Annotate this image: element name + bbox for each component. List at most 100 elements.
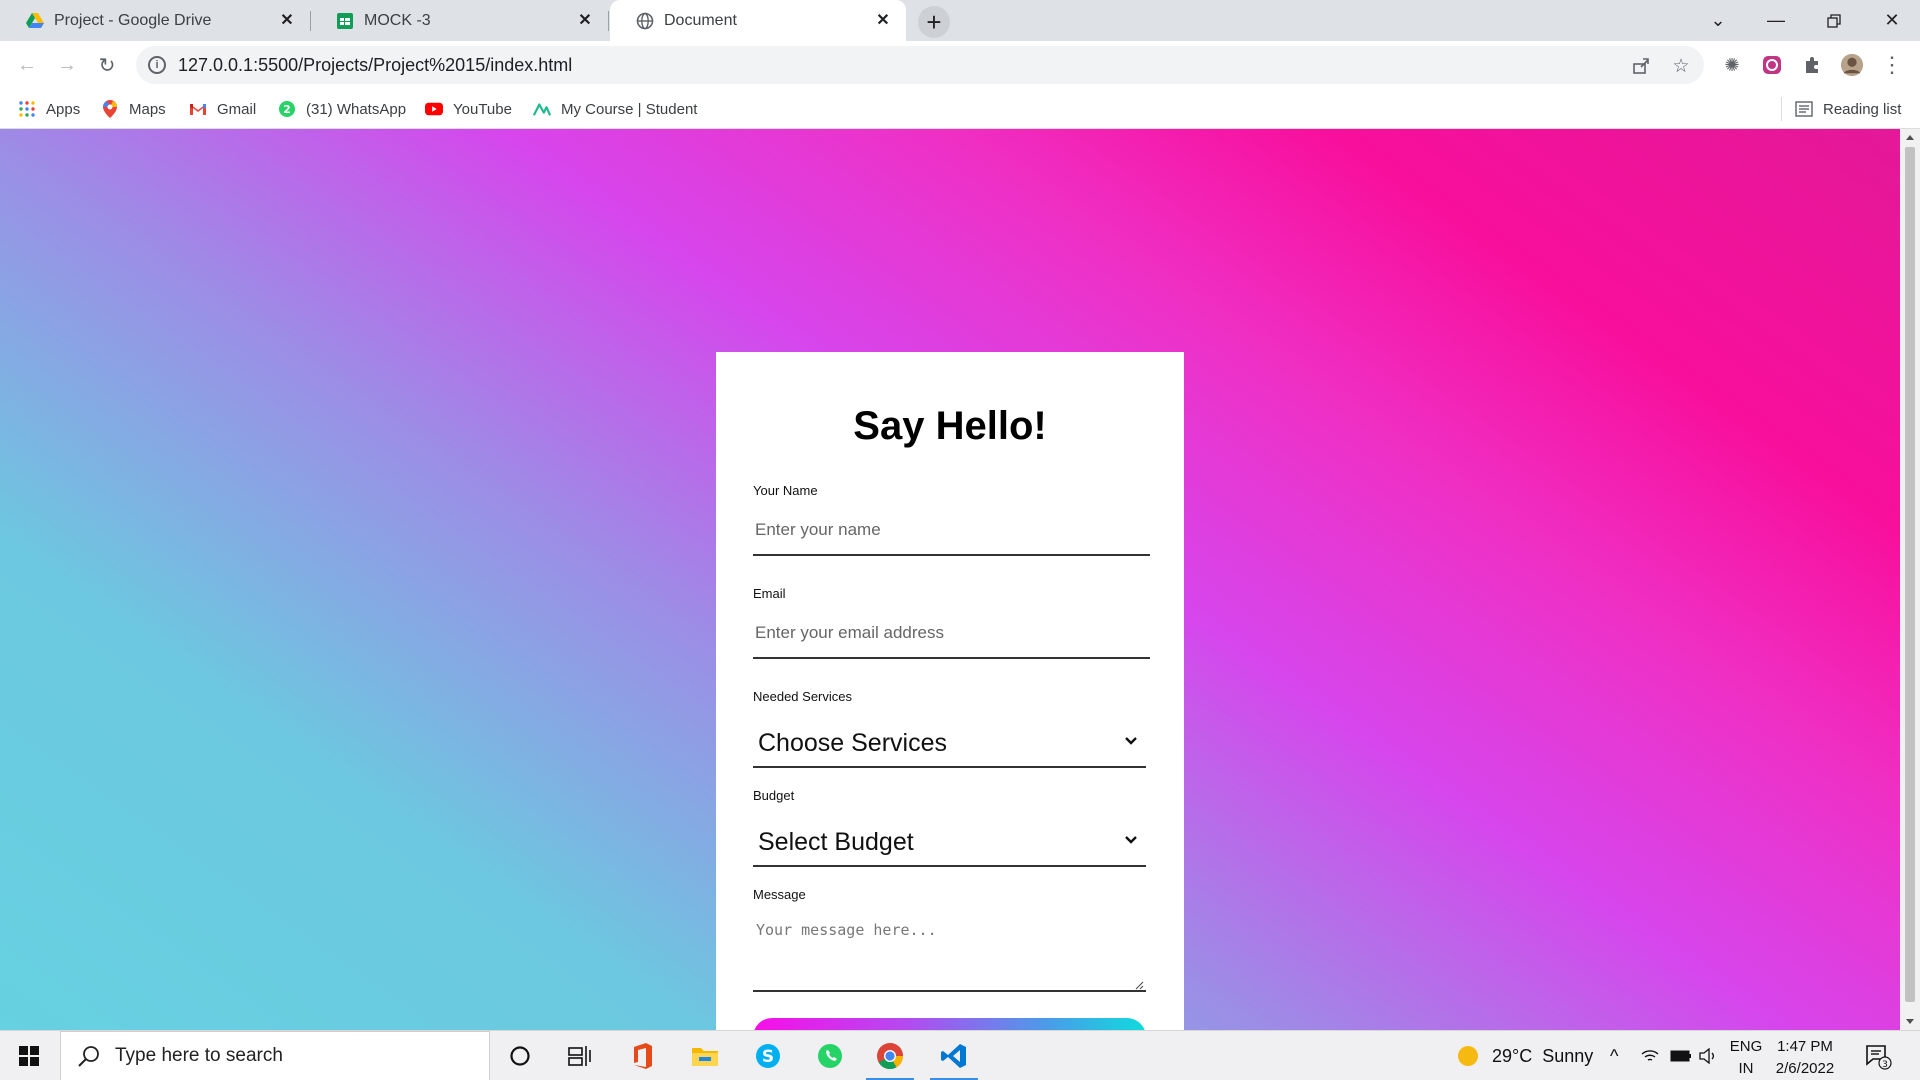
tab-search-chevron-icon[interactable]: ⌄: [1692, 0, 1744, 41]
reading-list-icon: [1795, 100, 1813, 118]
message-label: Message: [753, 887, 806, 902]
notification-badge: 3: [1882, 1060, 1888, 1070]
bookmark-whatsapp[interactable]: 2 (31) WhatsApp: [278, 97, 406, 121]
tab-title: MOCK -3: [364, 11, 431, 29]
clock-date: 2/6/2022: [1775, 1060, 1835, 1077]
bookmark-gmail[interactable]: Gmail: [189, 97, 256, 121]
weather-widget[interactable]: 29°C Sunny: [1456, 1031, 1593, 1080]
language-indicator[interactable]: ENG IN: [1726, 1036, 1766, 1080]
bookmark-label: Gmail: [217, 100, 257, 118]
bookmark-star-icon[interactable]: ☆: [1670, 55, 1692, 77]
bookmarks-divider: [1781, 97, 1782, 121]
file-explorer-icon[interactable]: [677, 1031, 733, 1080]
page-scrollbar[interactable]: [1900, 129, 1920, 1030]
bookmark-label: Apps: [46, 100, 81, 118]
budget-label: Budget: [753, 788, 795, 803]
taskbar-search-box[interactable]: Type here to search: [60, 1031, 490, 1080]
message-textarea[interactable]: [753, 907, 1146, 992]
new-tab-button[interactable]: +: [918, 6, 950, 38]
scroll-down-icon[interactable]: [1906, 1019, 1914, 1024]
bug-extension-icon[interactable]: ✺: [1720, 53, 1744, 77]
google-drive-icon: [26, 12, 44, 30]
url-text: 127.0.0.1:5500/Projects/Project%2015/ind…: [178, 55, 573, 75]
tab-title: Project - Google Drive: [54, 11, 212, 29]
apps-grid-icon: [18, 100, 36, 118]
region-code: IN: [1738, 1060, 1754, 1077]
bookmark-youtube[interactable]: YouTube: [425, 97, 512, 121]
volume-icon[interactable]: [1698, 1031, 1718, 1080]
office-icon[interactable]: [615, 1031, 671, 1080]
tab-title: Document: [664, 11, 737, 29]
bookmark-label: YouTube: [453, 100, 512, 118]
system-clock[interactable]: 1:47 PM 2/6/2022: [1765, 1036, 1845, 1080]
bookmark-my-course[interactable]: My Course | Student: [533, 97, 697, 121]
search-icon: [78, 1046, 99, 1067]
bookmark-label: (31) WhatsApp: [306, 100, 407, 118]
color-extension-icon[interactable]: [1760, 53, 1784, 77]
scrollbar-thumb[interactable]: [1905, 147, 1915, 1002]
tab-mock-3[interactable]: MOCK -3 ✕: [310, 0, 609, 41]
whatsapp-icon: 2: [278, 100, 296, 118]
email-input[interactable]: [753, 609, 1150, 659]
form-title: Say Hello!: [853, 404, 1047, 448]
scroll-up-icon[interactable]: [1906, 135, 1914, 140]
google-sheets-icon: [336, 12, 354, 30]
forward-icon[interactable]: →: [49, 47, 85, 83]
sun-icon: [1458, 1046, 1478, 1066]
bookmark-maps[interactable]: Maps: [101, 97, 166, 121]
puzzle-extensions-icon[interactable]: [1800, 53, 1824, 77]
share-icon[interactable]: [1630, 55, 1652, 77]
weather-text: 29°C Sunny: [1492, 1045, 1594, 1066]
window-close-icon[interactable]: ✕: [1866, 0, 1918, 41]
kebab-menu-icon[interactable]: ⋮: [1880, 52, 1904, 77]
clock-time: 1:47 PM: [1777, 1038, 1833, 1055]
services-selected-value: Choose Services: [758, 728, 947, 757]
minimize-icon[interactable]: —: [1750, 0, 1802, 41]
tray-chevron-icon[interactable]: ^: [1610, 1031, 1618, 1080]
bookmark-apps[interactable]: Apps: [18, 97, 80, 121]
vscode-taskbar-icon[interactable]: [926, 1031, 982, 1080]
windows-start-icon[interactable]: [0, 1031, 58, 1080]
bookmarks-bar: Apps Maps Gmail 2 (31) WhatsApp YouTube …: [0, 89, 1920, 129]
reload-icon[interactable]: ↻: [89, 47, 125, 83]
close-icon[interactable]: ✕: [874, 12, 892, 30]
chevron-down-icon: [1125, 737, 1137, 745]
cortana-icon[interactable]: [492, 1031, 548, 1080]
tab-document[interactable]: Document ✕: [610, 0, 906, 41]
bookmark-label: My Course | Student: [561, 100, 698, 118]
tab-strip: Project - Google Drive ✕ MOCK -3 ✕ Docum…: [0, 0, 1920, 41]
maps-pin-icon: [101, 100, 119, 118]
youtube-icon: [425, 100, 443, 118]
budget-select[interactable]: Select Budget: [753, 819, 1146, 867]
reading-list-button[interactable]: Reading list: [1795, 97, 1901, 121]
windows-taskbar: Type here to search S 29°C Sunny ^ ENG I…: [0, 1030, 1920, 1080]
svg-text:S: S: [762, 1047, 774, 1067]
chrome-taskbar-icon[interactable]: [862, 1031, 918, 1080]
close-icon[interactable]: ✕: [576, 12, 594, 30]
language-code: ENG: [1729, 1038, 1763, 1055]
battery-icon[interactable]: [1670, 1031, 1692, 1080]
gmail-icon: [189, 100, 207, 118]
address-bar[interactable]: i 127.0.0.1:5500/Projects/Project%2015/i…: [136, 46, 1704, 84]
reading-list-label: Reading list: [1823, 100, 1902, 118]
restore-icon[interactable]: [1808, 0, 1860, 41]
course-icon: [533, 100, 551, 118]
profile-avatar[interactable]: [1840, 53, 1864, 77]
back-icon[interactable]: ←: [9, 47, 45, 83]
services-select[interactable]: Choose Services: [753, 720, 1146, 768]
close-icon[interactable]: ✕: [278, 12, 296, 30]
name-label: Your Name: [753, 483, 818, 498]
network-icon[interactable]: [1640, 1031, 1660, 1080]
globe-icon: [636, 12, 654, 30]
search-placeholder: Type here to search: [115, 1045, 283, 1066]
skype-icon[interactable]: S: [740, 1031, 796, 1080]
page-background: Say Hello! Your Name Email Needed Servic…: [0, 129, 1900, 1080]
task-view-icon[interactable]: [552, 1031, 608, 1080]
notification-center-icon[interactable]: 3: [1864, 1031, 1892, 1080]
site-info-icon[interactable]: i: [148, 56, 166, 74]
tab-google-drive[interactable]: Project - Google Drive ✕: [0, 0, 311, 41]
contact-form-card: Say Hello! Your Name Email Needed Servic…: [716, 352, 1184, 1080]
whatsapp-taskbar-icon[interactable]: [802, 1031, 858, 1080]
resize-grip-icon[interactable]: [1134, 980, 1144, 990]
name-input[interactable]: [753, 506, 1150, 556]
